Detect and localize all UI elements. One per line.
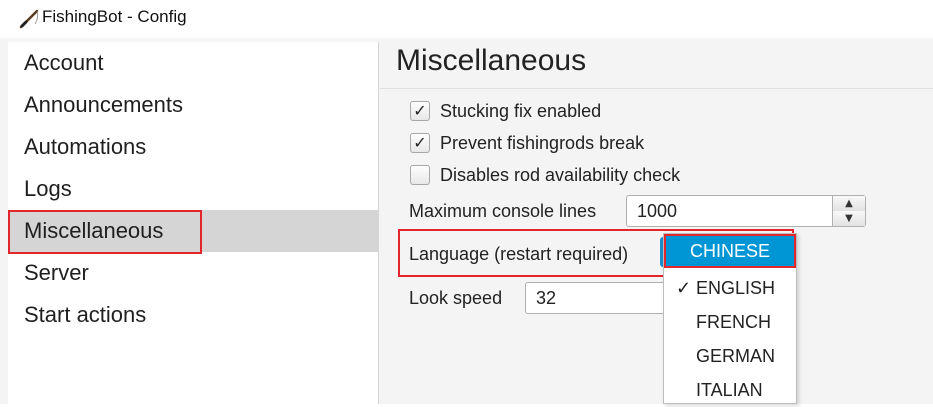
max-console-label: Maximum console lines [409,201,597,221]
sidebar-item-start-actions[interactable]: Start actions [8,294,378,336]
title-divider [380,88,933,89]
dropdown-option-chinese[interactable]: CHINESE [664,234,796,268]
content-panel: Miscellaneous ✓ Stucking fix enabled ✓ P… [380,42,933,404]
max-console-value[interactable]: 1000 [637,201,677,222]
max-console-spinner[interactable]: 1000 ▲ ▼ [626,195,866,227]
spinner-down-icon[interactable]: ▼ [832,211,865,226]
checkmark-icon: ✓ [676,278,692,298]
sidebar-item-account[interactable]: Account [8,42,378,84]
rod-check-checkbox[interactable] [410,165,430,185]
checkbox-row-rod-check[interactable]: Disables rod availability check [410,162,680,188]
language-label: Language (restart required) [409,244,629,264]
stucking-fix-label: Stucking fix enabled [440,100,602,121]
language-dropdown-list: CHINESE ✓ ENGLISH FRENCH GERMAN ITALIAN [663,233,797,404]
look-speed-label: Look speed [409,288,503,308]
look-speed-input[interactable]: 32 [525,282,667,314]
window-title: FishingBot - Config [42,7,187,26]
page-title: Miscellaneous [396,44,587,77]
checkbox-row-prevent-break[interactable]: ✓ Prevent fishingrods break [410,130,644,156]
checkbox-row-stucking-fix[interactable]: ✓ Stucking fix enabled [410,98,601,124]
sidebar-item-miscellaneous[interactable]: Miscellaneous [8,210,378,254]
spinner-up-icon[interactable]: ▲ [832,196,865,212]
dropdown-option-italian[interactable]: ITALIAN [664,373,796,407]
sidebar-item-logs[interactable]: Logs [8,168,378,210]
prevent-break-checkbox[interactable]: ✓ [410,133,430,153]
dropdown-option-german[interactable]: GERMAN [664,339,796,373]
dropdown-option-french[interactable]: FRENCH [664,305,796,339]
fishing-rod-icon [19,9,39,29]
prevent-break-label: Prevent fishingrods break [440,132,645,153]
sidebar-item-server[interactable]: Server [8,252,378,294]
dropdown-option-english-label: ENGLISH [696,278,776,298]
sidebar: Account Announcements Automations Logs M… [8,42,379,404]
sidebar-item-automations[interactable]: Automations [8,126,378,168]
rod-check-label: Disables rod availability check [440,164,681,185]
stucking-fix-checkbox[interactable]: ✓ [410,101,430,121]
sidebar-item-announcements[interactable]: Announcements [8,84,378,126]
look-speed-value[interactable]: 32 [536,288,556,309]
title-bar: FishingBot - Config [0,0,933,38]
dropdown-option-english[interactable]: ✓ ENGLISH [664,271,796,305]
